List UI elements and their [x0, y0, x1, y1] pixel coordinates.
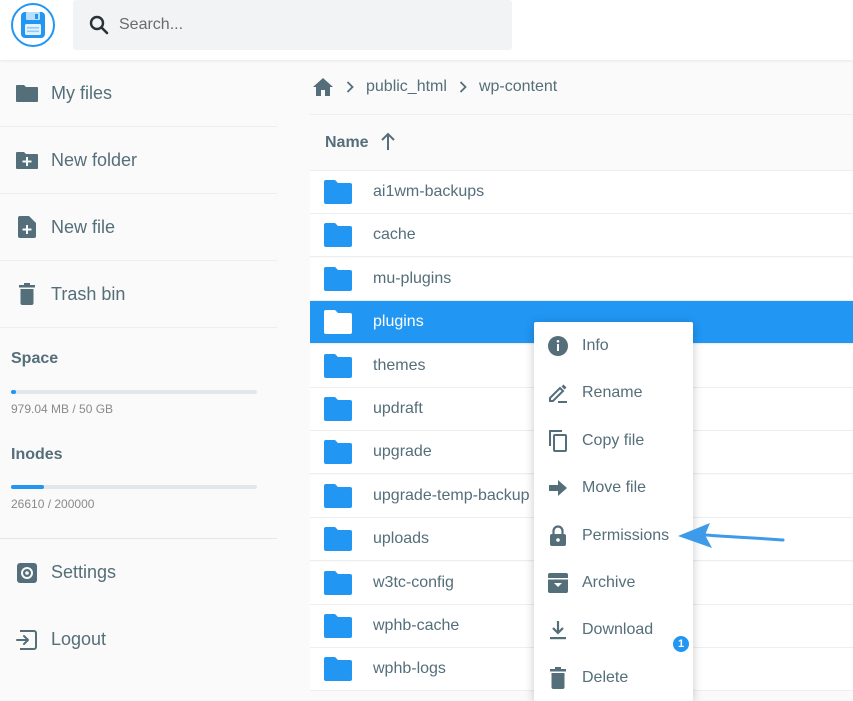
- folder-icon: [324, 614, 352, 638]
- file-name: w3tc-config: [373, 574, 454, 591]
- floppy-disk-icon: [21, 12, 45, 38]
- archive-icon: [547, 572, 569, 594]
- folder-icon: [15, 81, 39, 105]
- file-name: cache: [373, 226, 416, 243]
- menu-item-label: Delete: [582, 669, 629, 686]
- sidebar-item-label: Logout: [51, 629, 107, 649]
- folder-icon: [324, 310, 352, 334]
- lock-icon: [547, 525, 569, 547]
- notification-badge: 1: [671, 634, 691, 654]
- logout-icon: [15, 628, 39, 652]
- menu-item-label: Permissions: [582, 527, 670, 544]
- sidebar-item-label: My files: [51, 82, 113, 103]
- folder-icon: [324, 527, 352, 551]
- menu-item-label: Move file: [582, 479, 647, 496]
- folder-icon: [324, 354, 352, 378]
- folder-icon: [324, 180, 352, 204]
- breadcrumb-item[interactable]: public_html: [366, 78, 447, 96]
- info-icon: [547, 335, 569, 357]
- list-header: Name: [310, 114, 853, 171]
- search-input[interactable]: [119, 10, 499, 40]
- menu-item-rename[interactable]: Rename: [534, 370, 693, 417]
- menu-item-permissions[interactable]: Permissions: [534, 513, 693, 560]
- sidebar: My files New folder New file Trash bin S…: [0, 60, 277, 701]
- settings-icon: [15, 561, 39, 585]
- context-menu: Info Rename Copy file Move file Permissi…: [534, 322, 693, 701]
- header-bar: [0, 0, 853, 60]
- chevron-right-icon: [346, 81, 354, 93]
- rename-icon: [547, 382, 569, 404]
- home-icon[interactable]: [312, 77, 334, 97]
- space-progress-bar: [11, 390, 257, 394]
- file-name: upgrade: [373, 443, 432, 460]
- menu-item-copy-file[interactable]: Copy file: [534, 418, 693, 465]
- folder-icon: [324, 397, 352, 421]
- menu-item-delete[interactable]: Delete: [534, 655, 693, 701]
- new-folder-icon: [15, 148, 39, 172]
- sidebar-item-settings[interactable]: Settings: [0, 539, 277, 606]
- file-row[interactable]: mu-plugins: [310, 258, 853, 301]
- sidebar-item-label: New folder: [51, 149, 138, 170]
- app-logo[interactable]: [11, 3, 55, 47]
- file-name: wphb-logs: [373, 660, 446, 677]
- file-name: upgrade-temp-backup: [373, 487, 530, 504]
- menu-item-label: Rename: [582, 384, 643, 401]
- sidebar-item-label: New file: [51, 216, 116, 237]
- breadcrumb: public_html wp-content: [312, 74, 557, 100]
- folder-icon: [324, 571, 352, 595]
- file-name: ai1wm-backups: [373, 183, 485, 200]
- menu-item-info[interactable]: Info: [534, 323, 693, 370]
- file-row[interactable]: ai1wm-backups: [310, 171, 853, 214]
- file-row[interactable]: cache: [310, 214, 853, 257]
- search-box[interactable]: [73, 0, 512, 50]
- annotation-arrow-icon: [678, 523, 785, 548]
- move-icon: [547, 477, 569, 499]
- space-title: Space: [11, 350, 59, 367]
- sidebar-item-my-files[interactable]: My files: [0, 60, 277, 127]
- sidebar-item-trash-bin[interactable]: Trash bin: [0, 261, 277, 328]
- inodes-usage-text: 26610 / 200000: [11, 497, 95, 511]
- delete-icon: [547, 667, 569, 689]
- search-icon: [89, 15, 109, 35]
- file-name: mu-plugins: [373, 270, 452, 287]
- sidebar-item-new-file[interactable]: New file: [0, 194, 277, 261]
- file-name: plugins: [373, 313, 424, 330]
- inodes-progress-bar: [11, 485, 257, 489]
- menu-item-label: Copy file: [582, 432, 645, 449]
- folder-icon: [324, 267, 352, 291]
- folder-icon: [324, 657, 352, 681]
- name-column-header[interactable]: Name: [325, 134, 369, 152]
- folder-icon: [324, 223, 352, 247]
- menu-item-label: Download: [582, 621, 654, 638]
- sidebar-item-label: Settings: [51, 562, 117, 582]
- download-icon: [547, 619, 569, 641]
- chevron-right-icon: [459, 81, 467, 93]
- space-usage-text: 979.04 MB / 50 GB: [11, 402, 114, 416]
- sidebar-item-new-folder[interactable]: New folder: [0, 127, 277, 194]
- file-name: updraft: [373, 400, 423, 417]
- breadcrumb-item[interactable]: wp-content: [479, 78, 557, 96]
- trash-icon: [15, 282, 39, 306]
- file-name: wphb-cache: [373, 617, 460, 634]
- sort-ascending-icon[interactable]: [380, 132, 396, 152]
- folder-icon: [324, 484, 352, 508]
- menu-item-download[interactable]: Download: [534, 607, 693, 654]
- inodes-title: Inodes: [11, 446, 63, 463]
- file-name: themes: [373, 357, 426, 374]
- folder-icon: [324, 440, 352, 464]
- menu-item-move-file[interactable]: Move file: [534, 465, 693, 512]
- menu-item-archive[interactable]: Archive: [534, 560, 693, 607]
- menu-item-label: Info: [582, 337, 609, 354]
- new-file-icon: [15, 215, 39, 239]
- sidebar-item-logout[interactable]: Logout: [0, 606, 277, 673]
- sidebar-item-label: Trash bin: [51, 283, 126, 304]
- copy-icon: [547, 430, 569, 452]
- menu-item-label: Archive: [582, 574, 636, 591]
- file-name: uploads: [373, 530, 430, 547]
